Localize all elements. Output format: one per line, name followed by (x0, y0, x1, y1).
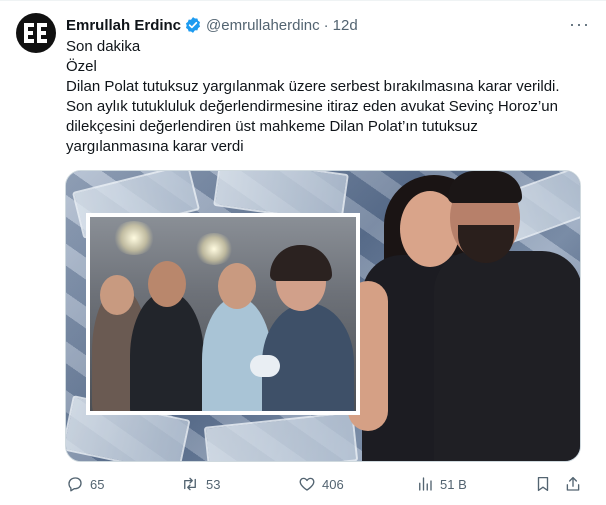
crowd-face (218, 263, 256, 309)
camera-light (194, 233, 234, 265)
reply-button[interactable]: 65 (66, 473, 104, 495)
tweet-photo[interactable] (65, 170, 581, 462)
bookmark-button[interactable] (534, 473, 552, 495)
tweet-line: Dilan Polat tutuksuz yargılanmak üzere s… (66, 78, 560, 95)
tweet[interactable]: Emrullah Erdinc @emrullaherdinc · 12d ··… (0, 0, 606, 505)
tweet-text: Son dakika Özel Dilan Polat tutuksuz yar… (66, 37, 586, 157)
like-button[interactable]: 406 (298, 473, 344, 495)
man-figure (434, 251, 580, 461)
tweet-line: yargılanmasına karar verdi (66, 138, 244, 155)
verified-badge-icon (184, 16, 202, 34)
reply-icon (68, 477, 82, 492)
camera-light (112, 221, 156, 255)
tweet-line: Son aylık tutukluluk değerlendirmesine i… (66, 98, 558, 115)
share-icon (566, 476, 580, 491)
crowd-person (130, 291, 204, 411)
views-chart-icon (419, 477, 432, 491)
man-hair (448, 171, 522, 203)
ee-logo-icon (24, 23, 47, 43)
separator-dot: · (323, 16, 329, 34)
heart-icon (299, 477, 315, 491)
share-button[interactable] (564, 473, 582, 495)
tweet-time[interactable]: 12d (333, 17, 358, 34)
reply-count: 65 (90, 476, 105, 492)
tweet-line: Özel (66, 58, 97, 75)
views-count: 51 B (440, 476, 467, 492)
tweet-line: Son dakika (66, 38, 141, 55)
tweet-header: Emrullah Erdinc @emrullaherdinc · 12d ··… (66, 15, 590, 35)
views-button[interactable]: 51 B (416, 473, 467, 495)
like-count: 406 (322, 476, 344, 492)
retweet-count: 53 (206, 476, 221, 492)
tweet-actions: 65 53 406 51 B (66, 473, 586, 495)
avatar[interactable] (16, 13, 56, 53)
author-handle[interactable]: @emrullaherdinc (206, 17, 320, 34)
microphone (250, 355, 280, 377)
inset-photo (86, 213, 360, 415)
retweet-button[interactable]: 53 (180, 473, 220, 495)
author-name[interactable]: Emrullah Erdinc (66, 17, 181, 34)
tweet-line: dilekçesini değerlendiren üst mahkeme Di… (66, 118, 478, 135)
retweet-icon (184, 477, 196, 491)
bookmark-icon (537, 476, 549, 492)
crowd-face (100, 275, 134, 315)
crowd-hair (270, 245, 332, 281)
more-options-icon[interactable]: ··· (569, 15, 590, 33)
crowd-face (148, 261, 186, 307)
